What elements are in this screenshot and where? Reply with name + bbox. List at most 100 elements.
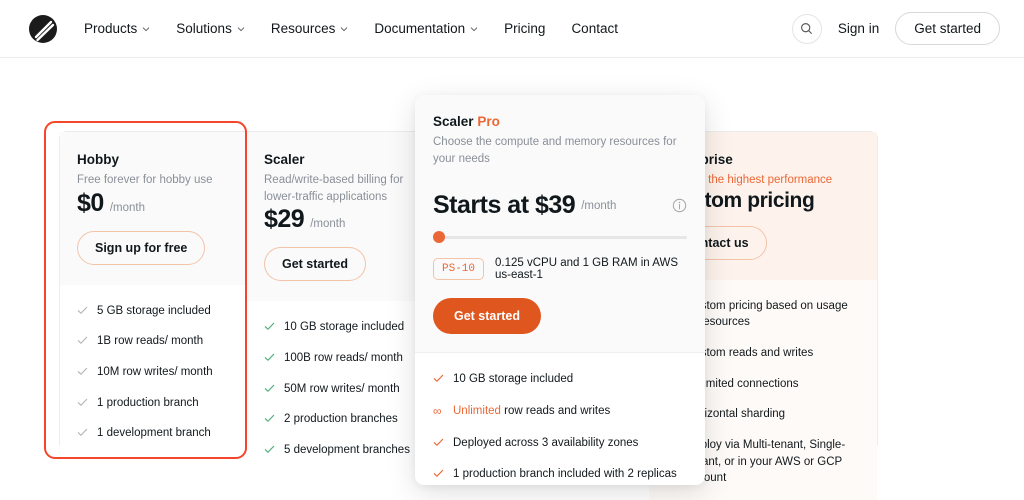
feature-label-wrap: Unlimited row reads and writes	[453, 403, 610, 420]
feature-item: 1 production branch	[77, 395, 229, 412]
sign-in-link[interactable]: Sign in	[838, 21, 879, 36]
feature-label: 1 development branch	[97, 425, 211, 442]
search-button[interactable]	[792, 14, 822, 44]
feature-item: ∞ Unlimited row reads and writes	[433, 403, 687, 420]
feature-label: 1 production branch included with 2 repl…	[453, 468, 677, 485]
nav-item-documentation[interactable]: Documentation	[374, 21, 478, 36]
feature-label: 50M row writes/ month	[284, 381, 400, 398]
feature-label: Custom pricing based on usage or resourc…	[686, 298, 860, 331]
feature-label-wrap: 10 GB storage included	[453, 371, 573, 388]
check-icon	[433, 468, 444, 479]
nav-item-label: Products	[84, 21, 137, 36]
scaler-pro-title-accent: Pro	[477, 114, 500, 129]
feature-item: 50M row writes/ month	[264, 381, 416, 398]
scaler-pro-get-started-button[interactable]: Get started	[433, 298, 541, 334]
slider-track	[433, 236, 687, 239]
plan-cta-button[interactable]: Get started	[264, 247, 366, 281]
nav-item-label: Contact	[571, 21, 618, 36]
chevron-down-icon	[470, 25, 478, 33]
check-icon	[77, 366, 88, 377]
check-icon	[433, 373, 444, 384]
feature-item: 10 GB storage included	[433, 371, 687, 388]
info-icon[interactable]	[672, 198, 687, 213]
feature-label-wrap: 1 production branch included with 2 repl…	[453, 466, 687, 485]
brand-logo-icon[interactable]	[26, 12, 60, 46]
feature-label: 100B row reads/ month	[284, 350, 403, 367]
pricing-card-hobby[interactable]: HobbyFree forever for hobby use$0/monthS…	[59, 131, 246, 451]
nav-item-label: Solutions	[176, 21, 232, 36]
nav-item-resources[interactable]: Resources	[271, 21, 349, 36]
main-nav: Products Solutions Resources Documentation P…	[84, 21, 618, 36]
scaler-pro-title: Scaler Pro	[433, 114, 687, 129]
scaler-pro-description: Choose the compute and memory resources …	[433, 134, 687, 167]
plan-header: Scaler Read/write-based billing for lower…	[247, 132, 433, 301]
chevron-down-icon	[237, 25, 245, 33]
feature-item: 1 development branch	[77, 425, 229, 442]
scaler-pro-header: Scaler Pro Choose the compute and memory…	[415, 95, 705, 352]
feature-item: 10M row writes/ month	[77, 364, 229, 381]
slider-thumb[interactable]	[433, 231, 445, 243]
plan-price: $29	[264, 205, 304, 234]
instance-spec-text: 0.125 vCPU and 1 GB RAM in AWS us-east-1	[495, 257, 687, 281]
header-get-started-button[interactable]: Get started	[895, 12, 1000, 45]
plan-price-unit: /month	[110, 202, 145, 214]
nav-item-pricing[interactable]: Pricing	[504, 21, 545, 36]
feature-label: row reads and writes	[501, 405, 610, 417]
nav-item-label: Resources	[271, 21, 336, 36]
nav-item-solutions[interactable]: Solutions	[176, 21, 245, 36]
instance-size-badge: PS-10	[433, 258, 484, 280]
check-icon	[264, 383, 275, 394]
pricing-page: Products Solutions Resources Documentation P…	[0, 0, 1024, 500]
check-icon	[264, 413, 275, 424]
feature-label: 10 GB storage included	[453, 373, 573, 385]
feature-label: 2 production branches	[284, 411, 398, 428]
feature-item: 2 production branches	[264, 411, 416, 428]
check-icon	[77, 335, 88, 346]
check-icon	[264, 444, 275, 455]
pricing-card-scaler[interactable]: Scaler Read/write-based billing for lower…	[246, 131, 433, 451]
scaler-pro-price-row: Starts at $39 /month	[433, 191, 687, 220]
feature-item: 5 development branches	[264, 442, 416, 459]
nav-item-products[interactable]: Products	[84, 21, 150, 36]
scaler-pro-title-main: Scaler	[433, 114, 474, 129]
plan-name: Scaler	[264, 152, 416, 167]
feature-item: 10 GB storage included	[264, 319, 416, 336]
nav-item-label: Documentation	[374, 21, 465, 36]
feature-item: 1B row reads/ month	[77, 333, 229, 350]
search-icon	[800, 22, 813, 35]
check-icon	[77, 427, 88, 438]
check-icon	[77, 305, 88, 316]
feature-label: Deploy via Multi-tenant, Single-tenant, …	[686, 437, 860, 487]
plan-name: Hobby	[77, 152, 229, 167]
feature-item: 100B row reads/ month	[264, 350, 416, 367]
feature-highlight: Unlimited	[453, 405, 501, 417]
plan-price-row: $0/month	[77, 189, 229, 218]
infinity-icon: ∞	[433, 404, 444, 418]
chevron-down-icon	[340, 25, 348, 33]
scaler-pro-price: Starts at $39	[433, 191, 575, 220]
nav-item-contact[interactable]: Contact	[571, 21, 618, 36]
nav-item-label: Pricing	[504, 21, 545, 36]
plan-header: HobbyFree forever for hobby use$0/monthS…	[60, 132, 246, 285]
feature-label: Custom reads and writes	[686, 345, 813, 362]
check-icon	[264, 321, 275, 332]
header-actions: Sign in Get started	[792, 12, 1000, 45]
plan-features: 10 GB storage included 100B row reads/ mo…	[247, 301, 433, 476]
compute-slider[interactable]	[433, 231, 687, 243]
plan-description: Read/write-based billing for lower-traff…	[264, 172, 416, 205]
scaler-pro-price-unit: /month	[581, 200, 616, 212]
plan-price: $0	[77, 189, 104, 218]
check-icon	[77, 397, 88, 408]
plan-cta-button[interactable]: Sign up for free	[77, 231, 205, 265]
scaler-pro-features: 10 GB storage included ∞ Unlimited row rea…	[415, 352, 705, 485]
plan-price-row: $29/month	[264, 205, 416, 234]
scaler-pro-panel: Scaler Pro Choose the compute and memory…	[415, 95, 705, 485]
check-icon	[433, 437, 444, 448]
feature-label: 5 GB storage included	[97, 303, 211, 320]
plan-features: 5 GB storage included 1B row reads/ month…	[60, 285, 246, 460]
plan-price-unit: /month	[310, 218, 345, 230]
feature-label: Deployed across 3 availability zones	[453, 437, 638, 449]
feature-label: 10 GB storage included	[284, 319, 404, 336]
feature-item: Deployed across 3 availability zones	[433, 435, 687, 452]
feature-label: 10M row writes/ month	[97, 364, 213, 381]
